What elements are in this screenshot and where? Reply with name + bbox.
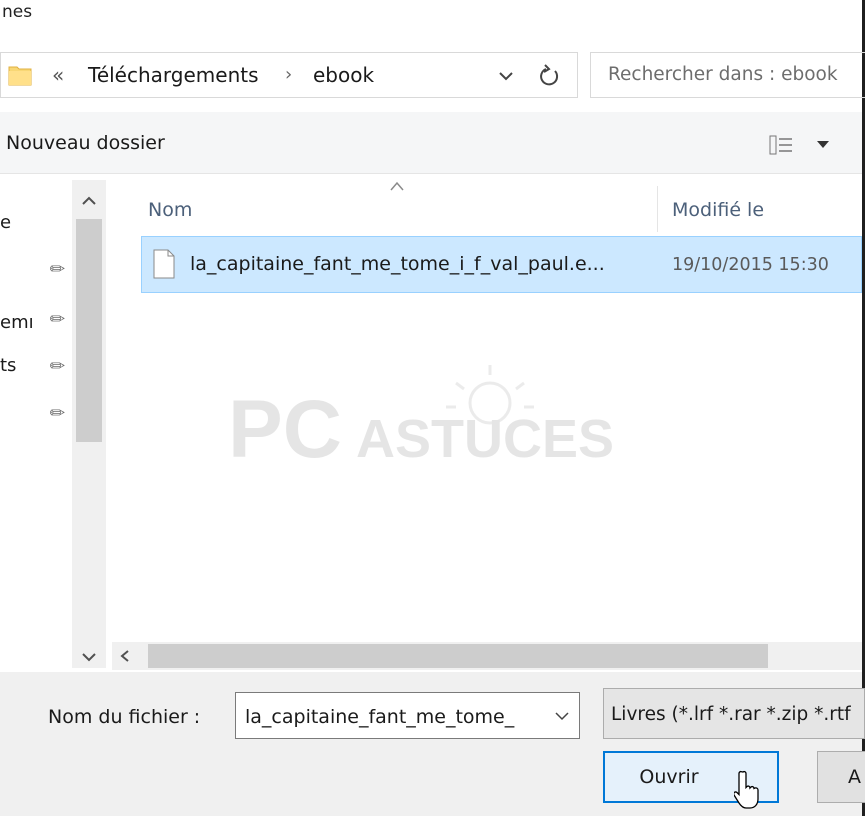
file-icon [153,249,175,279]
open-button-label[interactable]: Ouvrir [581,762,757,792]
svg-text:PC: PC [228,384,342,475]
chevron-down-icon[interactable] [491,63,521,89]
column-header-modified[interactable]: Modifié le [672,195,764,225]
scroll-down-icon[interactable] [76,650,102,664]
filename-value[interactable]: la_capitaine_fant_me_tome_ [245,702,550,732]
sort-ascending-icon [390,181,404,191]
breadcrumb-item-ebook[interactable]: ebook [313,60,374,90]
window-title: nes [2,2,33,22]
nav-item-label[interactable]: ts [0,354,16,378]
filename-label: Nom du fichier : [48,706,201,728]
new-folder-button[interactable]: Nouveau dossier [6,128,165,158]
scroll-up-icon[interactable] [76,194,102,208]
search-placeholder[interactable]: Rechercher dans : ebook [608,60,838,90]
breadcrumb-item-telechargements[interactable]: Téléchargements [88,60,259,90]
refresh-icon[interactable] [530,60,570,92]
file-list-scroll-thumb[interactable] [148,644,768,668]
breadcrumb-separator[interactable]: › [285,60,292,90]
mouse-cursor-icon [734,770,759,809]
nav-item-label[interactable]: emı [0,311,34,335]
chevron-down-icon[interactable] [550,706,574,726]
view-details-icon[interactable] [769,135,793,155]
breadcrumb-overflow[interactable]: « [52,60,64,90]
watermark-logo: PC ASTUCES [228,365,614,475]
nav-scroll-thumb[interactable] [76,219,102,442]
folder-icon [8,66,32,86]
file-name[interactable]: la_capitaine_fant_me_tome_i_f_val_paul.e… [190,250,605,278]
scroll-left-icon[interactable] [116,648,134,664]
nav-item-label[interactable]: e [0,211,11,235]
filetype-value[interactable]: Livres (*.lrf *.rar *.zip *.rtf [611,700,862,730]
file-modified-date: 19/10/2015 15:30 [672,255,829,275]
cancel-button-label[interactable]: A [848,762,861,792]
svg-text:ASTUCES: ASTUCES [356,409,614,469]
column-divider[interactable] [657,186,658,232]
view-dropdown-icon[interactable] [815,137,831,151]
column-header-name[interactable]: Nom [148,195,192,225]
